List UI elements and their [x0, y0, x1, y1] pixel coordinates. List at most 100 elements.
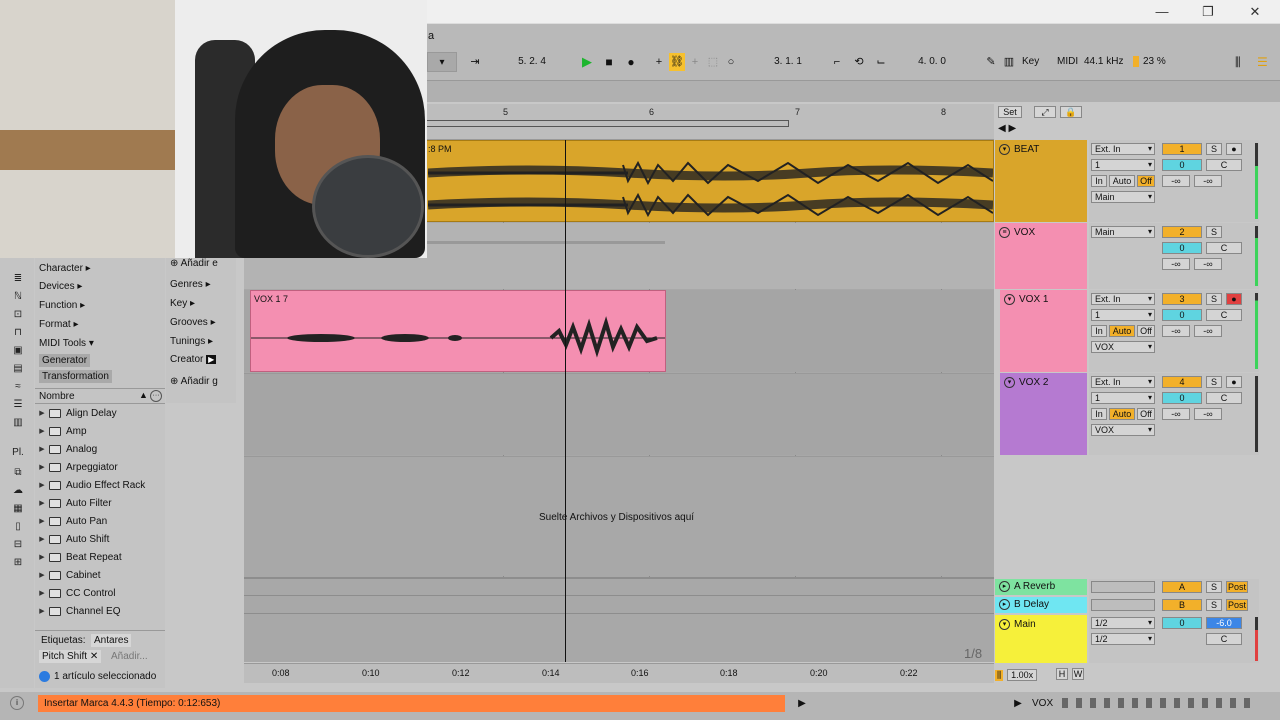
- menu-icon[interactable]: ☰: [1257, 55, 1268, 69]
- return-header-reverb[interactable]: ▸ A Reverb: [995, 579, 1087, 595]
- instruments-icon[interactable]: ⊡: [11, 310, 25, 320]
- list-item[interactable]: ▶ Audio Effect Rack: [35, 476, 165, 494]
- monitor-in-button[interactable]: In: [1091, 408, 1107, 420]
- monitor-in-button[interactable]: In: [1091, 325, 1107, 337]
- nav-key[interactable]: Key ▸: [170, 298, 195, 309]
- main-output-dropdown[interactable]: 1/2: [1091, 617, 1155, 629]
- list-item[interactable]: ▶ Align Delay: [35, 404, 165, 422]
- nav-midi-tools[interactable]: MIDI Tools ▾: [39, 338, 94, 349]
- track-name[interactable]: VOX 2: [1019, 377, 1048, 388]
- current-project-icon[interactable]: ⊟: [11, 540, 25, 550]
- cloud-icon[interactable]: ☁: [11, 486, 25, 496]
- tempo-dropdown[interactable]: ▾: [427, 52, 457, 72]
- add-tag-input[interactable]: Añadir...: [111, 651, 148, 662]
- volume-field[interactable]: 0: [1162, 159, 1202, 171]
- main-name[interactable]: Main: [1014, 619, 1036, 630]
- output-dropdown[interactable]: Main: [1091, 191, 1155, 203]
- play-icon[interactable]: ▶: [579, 53, 595, 71]
- track-name[interactable]: VOX 1: [1019, 294, 1048, 305]
- plugins-icon[interactable]: ≈: [11, 382, 25, 392]
- device-chain-overview[interactable]: [1062, 698, 1252, 708]
- punch-out-icon[interactable]: ⌙: [873, 53, 889, 71]
- fold-icon[interactable]: ▸: [999, 599, 1010, 610]
- main-track-header[interactable]: ▾ Main: [995, 615, 1087, 663]
- stop-icon[interactable]: ■: [601, 53, 617, 71]
- add-group-button[interactable]: ⊕ Añadir g: [170, 376, 218, 387]
- arm-button[interactable]: ●: [1226, 376, 1242, 388]
- list-item[interactable]: ▶ Auto Shift: [35, 530, 165, 548]
- max-icon[interactable]: ▤: [11, 364, 25, 374]
- return-activator[interactable]: A: [1162, 581, 1202, 593]
- expand-icon[interactable]: ▶: [35, 445, 49, 453]
- solo-button[interactable]: S: [1206, 226, 1222, 238]
- pan-field[interactable]: C: [1206, 392, 1242, 404]
- arm-button[interactable]: ●: [1226, 293, 1242, 305]
- overview-strip[interactable]: [427, 80, 1280, 102]
- add-tag-button[interactable]: ⊕ Añadir e: [170, 258, 218, 269]
- monitor-auto-button[interactable]: Auto: [1109, 175, 1135, 187]
- expand-icon[interactable]: ▶: [35, 553, 49, 561]
- output-dropdown[interactable]: VOX: [1091, 424, 1155, 436]
- track-activator[interactable]: 3: [1162, 293, 1202, 305]
- zoom-field[interactable]: 1.00x: [1007, 669, 1038, 681]
- automation-arm-icon[interactable]: ⛓: [669, 53, 685, 71]
- expand-icon[interactable]: ▶: [35, 589, 49, 597]
- send-b-field[interactable]: -∞: [1194, 408, 1222, 420]
- monitor-off-button[interactable]: Off: [1137, 175, 1155, 187]
- add-automation-icon[interactable]: +: [687, 53, 703, 71]
- nav-devices[interactable]: Devices ▸: [39, 281, 82, 292]
- device-list[interactable]: ▶ Align Delay ▶ Amp ▶ Analog ▶ Arpeggiator ▶ Audi…: [35, 404, 165, 626]
- track-name[interactable]: VOX: [1014, 227, 1035, 238]
- monitor-off-button[interactable]: Off: [1137, 408, 1155, 420]
- arm-button[interactable]: ●: [1226, 143, 1242, 155]
- monitor-off-button[interactable]: Off: [1137, 325, 1155, 337]
- midi-effects-icon[interactable]: ▣: [11, 346, 25, 356]
- pan-field[interactable]: C: [1206, 242, 1242, 254]
- close-button[interactable]: ✕: [1240, 2, 1270, 22]
- fold-icon[interactable]: ▾: [999, 144, 1010, 155]
- output-dropdown[interactable]: VOX: [1091, 341, 1155, 353]
- list-item[interactable]: ▶ Arpeggiator: [35, 458, 165, 476]
- send-a-field[interactable]: -∞: [1162, 175, 1190, 187]
- fold-icon[interactable]: ▾: [1004, 377, 1015, 388]
- solo-button[interactable]: S: [1206, 293, 1222, 305]
- track-name[interactable]: BEAT: [1014, 144, 1039, 155]
- expand-icon[interactable]: ▶: [35, 607, 49, 615]
- user-library-icon[interactable]: ▯: [11, 522, 25, 532]
- list-item[interactable]: ▶ Analog: [35, 440, 165, 458]
- pan-field[interactable]: C: [1206, 309, 1242, 321]
- loop-switch-icon[interactable]: ⟲: [851, 53, 867, 71]
- list-item[interactable]: ▶ Auto Pan: [35, 512, 165, 530]
- track-header-vox[interactable]: ≡ VOX: [995, 223, 1087, 289]
- main-output-dropdown-2[interactable]: 1/2: [1091, 633, 1155, 645]
- fold-icon[interactable]: ▸: [999, 581, 1010, 592]
- vox2-lane[interactable]: [244, 373, 994, 455]
- nav-character[interactable]: Character ▸: [39, 263, 91, 274]
- monitor-in-button[interactable]: In: [1091, 175, 1107, 187]
- send-b-field[interactable]: -∞: [1194, 258, 1222, 270]
- group-icon[interactable]: ≡: [999, 227, 1010, 238]
- loop-brace[interactable]: [427, 120, 789, 127]
- send-a-field[interactable]: -∞: [1162, 258, 1190, 270]
- input-type-dropdown[interactable]: Ext. In: [1091, 293, 1155, 305]
- expand-icon[interactable]: ▶: [35, 481, 49, 489]
- midi-map-button[interactable]: MIDI: [1057, 56, 1078, 67]
- track-header-beat[interactable]: ▾ BEAT: [995, 140, 1087, 222]
- solo-button[interactable]: S: [1206, 599, 1222, 611]
- drop-zone[interactable]: Suelte Archivos y Dispositivos aquí: [244, 456, 994, 576]
- scroll-arrows-icon[interactable]: ◀ ▶: [998, 123, 1016, 134]
- more-options-icon[interactable]: ···: [150, 390, 162, 402]
- track-header-vox1[interactable]: ▾ VOX 1: [995, 290, 1087, 372]
- nav-tunings[interactable]: Tunings ▸: [170, 336, 213, 347]
- time-ruler[interactable]: 0:08 0:10 0:12 0:14 0:16 0:18 0:20 0:22: [244, 663, 994, 683]
- return-activator[interactable]: B: [1162, 599, 1202, 611]
- main-volume[interactable]: 0: [1162, 617, 1202, 629]
- delay-lane[interactable]: [244, 595, 994, 613]
- capture-icon[interactable]: ⬚: [705, 53, 721, 71]
- fold-icon[interactable]: ▾: [999, 619, 1010, 630]
- set-button[interactable]: Set: [998, 106, 1022, 118]
- expand-icon[interactable]: ▶: [35, 571, 49, 579]
- expand-icon[interactable]: ▶: [35, 409, 49, 417]
- vox1-audio-clip[interactable]: VOX 1 7: [250, 290, 666, 372]
- post-button[interactable]: Post: [1226, 599, 1248, 611]
